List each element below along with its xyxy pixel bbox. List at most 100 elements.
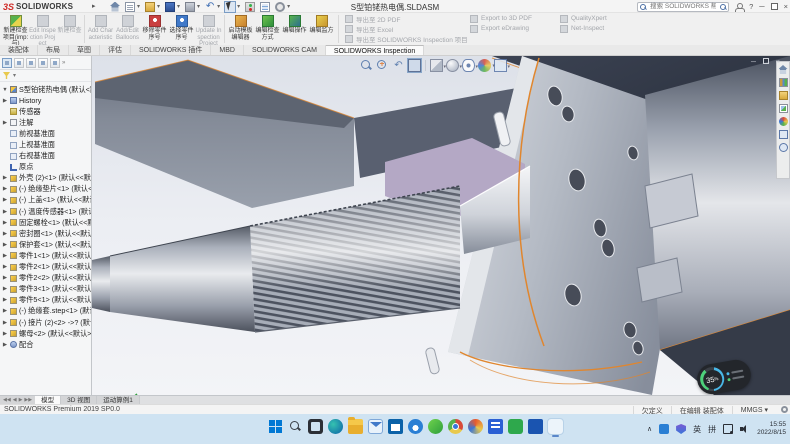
start-button[interactable] bbox=[268, 419, 283, 434]
view-settings-icon[interactable]: ▾ bbox=[494, 59, 507, 72]
tree-item-component[interactable]: ▶零件5<1> (默认<<默认>_显示状态 bbox=[0, 295, 91, 306]
task-view-icon[interactable] bbox=[308, 419, 323, 434]
tree-item-origin[interactable]: 原点 bbox=[0, 162, 91, 173]
tab-layout[interactable]: 布局 bbox=[38, 45, 69, 55]
design-library-icon[interactable] bbox=[779, 78, 788, 87]
zoom-to-area-icon[interactable] bbox=[376, 59, 389, 72]
tree-item-component[interactable]: ▶固定螺栓<1> (默认<<默认>_显示 bbox=[0, 217, 91, 228]
select-cursor-icon[interactable] bbox=[225, 2, 235, 12]
onedrive-icon[interactable] bbox=[408, 419, 423, 434]
select-balloons-button[interactable]: 选择零件序号 bbox=[168, 13, 195, 41]
tab-solidworks-inspection[interactable]: SOLIDWORKS Inspection bbox=[326, 45, 424, 55]
security-shield-icon[interactable] bbox=[676, 424, 686, 434]
appearances-scenes-icon[interactable] bbox=[779, 117, 788, 126]
home-icon[interactable] bbox=[110, 2, 120, 12]
save-icon[interactable] bbox=[165, 2, 175, 12]
tree-item-sensors[interactable]: 传感器 bbox=[0, 106, 91, 117]
tab-3d-views[interactable]: 3D 视图 bbox=[61, 396, 97, 404]
add-characteristic-button[interactable]: Add Characteristic bbox=[87, 13, 114, 41]
edit-operations-button[interactable]: 编辑操作 bbox=[281, 13, 308, 35]
configurationmanager-tab-icon[interactable] bbox=[26, 58, 36, 68]
remove-balloons-button[interactable]: 移除零件序号 bbox=[141, 13, 168, 41]
tab-model[interactable]: 模型 bbox=[35, 396, 61, 404]
file-properties-icon[interactable] bbox=[260, 2, 270, 12]
featuremanager-tab-icon[interactable] bbox=[2, 58, 12, 68]
app-green-icon[interactable] bbox=[428, 419, 443, 434]
tree-item-right-plane[interactable]: 右视基准面 bbox=[0, 151, 91, 162]
app-book-icon[interactable] bbox=[488, 419, 503, 434]
forum-icon[interactable] bbox=[779, 143, 788, 152]
solidworks-taskbar-icon[interactable] bbox=[548, 419, 563, 434]
tab-scroll-arrows[interactable]: ◀◀◀▶▶▶ bbox=[0, 396, 35, 404]
edit-gages-button[interactable]: 编辑监方 bbox=[308, 13, 335, 35]
search-go-icon[interactable] bbox=[720, 4, 726, 10]
tab-addins[interactable]: SOLIDWORKS 插件 bbox=[131, 45, 211, 55]
tree-item-component[interactable]: ▶(-) 接片 (2)<2> ->? (默认<<默认> bbox=[0, 317, 91, 328]
ime-pinyin-indicator[interactable]: 拼 bbox=[708, 424, 716, 435]
tree-item-component[interactable]: ▶(-) 绝缘垫片<1> (默认<<默认>_显 bbox=[0, 184, 91, 195]
edge-icon[interactable] bbox=[328, 419, 343, 434]
word-icon[interactable] bbox=[528, 419, 543, 434]
status-options-icon[interactable] bbox=[781, 406, 788, 413]
login-user-icon[interactable] bbox=[735, 3, 743, 11]
display-style-icon[interactable]: ▾ bbox=[446, 59, 459, 72]
section-view-icon[interactable] bbox=[408, 59, 421, 72]
custom-properties-icon[interactable] bbox=[779, 130, 788, 139]
dimxpertmanager-tab-icon[interactable] bbox=[38, 58, 48, 68]
export-2d-pdf-button[interactable]: 导出至 2D PDF bbox=[345, 14, 460, 23]
3d-model-thermocouple-assembly[interactable] bbox=[92, 56, 790, 395]
add-edit-balloons-button[interactable]: Add/Edit Balloons bbox=[114, 13, 141, 41]
tree-item-top-plane[interactable]: 上视基准面 bbox=[0, 139, 91, 150]
taskbar-search-icon[interactable] bbox=[288, 419, 303, 434]
tree-item-front-plane[interactable]: 前视基准面 bbox=[0, 128, 91, 139]
doc-restore-icon[interactable] bbox=[763, 58, 769, 64]
tab-solidworks-cam[interactable]: SOLIDWORKS CAM bbox=[244, 45, 326, 55]
tree-item-component[interactable]: ▶零件3<1> (默认<<默认>_显示状态 bbox=[0, 284, 91, 295]
tab-assembly[interactable]: 装配体 bbox=[0, 45, 38, 55]
tray-chevron-icon[interactable]: ∧ bbox=[647, 425, 652, 433]
file-explorer-icon[interactable] bbox=[348, 419, 363, 434]
zoom-to-fit-icon[interactable] bbox=[360, 59, 373, 72]
export-excel-button[interactable]: 导出至 Excel bbox=[345, 24, 460, 33]
chrome-icon[interactable] bbox=[448, 419, 463, 434]
open-icon[interactable] bbox=[145, 2, 155, 12]
help-button[interactable]: ? bbox=[749, 1, 753, 12]
menu-flyout-arrow-icon[interactable]: ▸ bbox=[92, 2, 96, 10]
graphics-viewport[interactable]: ↶ ▾ ▾ ▾ ▾ ▾ ─ bbox=[92, 56, 790, 395]
qualityxpert-button[interactable]: QualityXpert bbox=[560, 14, 630, 23]
tree-item-component[interactable]: ▶零件2<1> (默认<<默认>_显示状态 bbox=[0, 262, 91, 273]
view-orientation-icon[interactable]: ▾ bbox=[430, 59, 443, 72]
tree-item-component[interactable]: ▶(-) 温度传感器<1> (默认<<默认>_ bbox=[0, 206, 91, 217]
close-button[interactable]: × bbox=[784, 1, 788, 12]
view-palette-icon[interactable] bbox=[779, 104, 788, 113]
tree-item-component[interactable]: ▶(-) 绝缘套.step<1> (默认<<默认> bbox=[0, 306, 91, 317]
new-document-icon[interactable] bbox=[125, 2, 135, 12]
rebuild-traffic-light-icon[interactable] bbox=[245, 2, 255, 12]
edit-inspection-methods-button[interactable]: 编辑检查方式 bbox=[254, 13, 281, 41]
onedrive-tray-icon[interactable] bbox=[659, 424, 669, 434]
tree-item-component[interactable]: ▶保护套<1> (默认<<默认>_显示状 bbox=[0, 239, 91, 250]
edit-appearance-icon[interactable]: ▾ bbox=[478, 59, 491, 72]
edit-inspection-project-button[interactable]: Edit Inspection Project bbox=[29, 13, 56, 48]
browser-icon[interactable] bbox=[468, 419, 483, 434]
search-input[interactable] bbox=[648, 2, 718, 11]
displaymanager-tab-icon[interactable] bbox=[50, 58, 60, 68]
wps-icon[interactable] bbox=[508, 419, 523, 434]
options-gear-icon[interactable] bbox=[275, 2, 285, 12]
tree-item-component[interactable]: ▶外壳 (2)<1> (默认<<默认>_显示状 bbox=[0, 173, 91, 184]
ime-english-indicator[interactable]: 英 bbox=[693, 424, 701, 435]
tree-filter-row[interactable]: ▾ bbox=[0, 70, 91, 82]
tab-sketch[interactable]: 草图 bbox=[69, 45, 100, 55]
tree-item-component[interactable]: ▶零件1<1> (默认<<默认>_显示状态 bbox=[0, 250, 91, 261]
launch-template-editor-button[interactable]: 启动模板编辑器 bbox=[227, 13, 254, 41]
doc-close-icon[interactable]: × bbox=[776, 58, 780, 67]
minimize-button[interactable]: ─ bbox=[759, 1, 764, 12]
file-explorer-pane-icon[interactable] bbox=[779, 91, 788, 100]
update-inspection-project-button[interactable]: Update Inspection Project bbox=[195, 13, 222, 48]
tree-item-component[interactable]: ▶(-) 上盖<1> (默认<<默认>_显示状 bbox=[0, 195, 91, 206]
print-icon[interactable] bbox=[185, 2, 195, 12]
previous-view-icon[interactable]: ↶ bbox=[392, 59, 405, 72]
doc-minimize-icon[interactable]: ─ bbox=[751, 58, 756, 67]
propertymanager-tab-icon[interactable] bbox=[14, 58, 24, 68]
new-inspection-button[interactable]: 新建检查 bbox=[56, 13, 83, 35]
